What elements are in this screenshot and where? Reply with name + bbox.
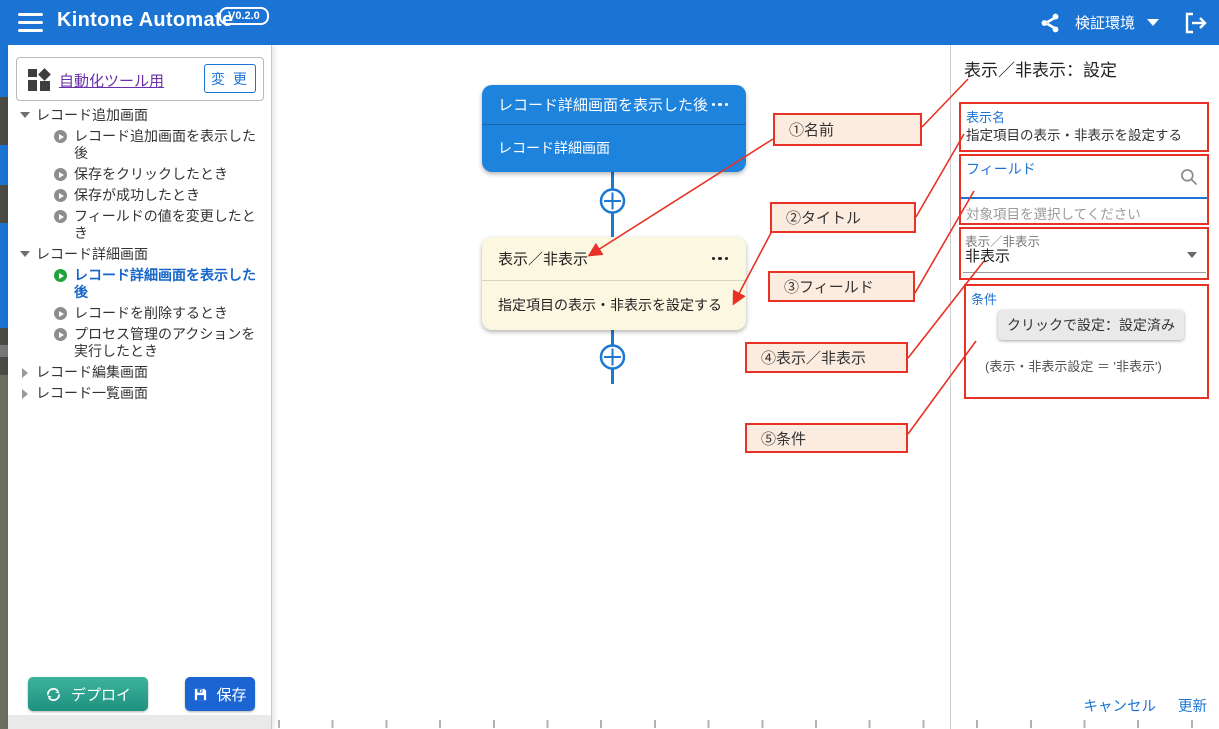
tree-item[interactable]: フィールドの値を変更したとき [14,206,266,244]
visibility-select[interactable]: 表示／非表示 非表示 [959,227,1209,280]
field-search-input[interactable]: フィールド 対象項目を選択してください [959,154,1209,225]
field-label: フィールド [966,159,1036,179]
app-name-link[interactable]: 自動化ツール用 [59,70,164,91]
version-badge: V0.2.0 [219,7,269,25]
floppy-icon [193,687,208,702]
logout-icon[interactable] [1183,11,1207,35]
save-button[interactable]: 保存 [185,677,255,711]
tree-group-record-list[interactable]: レコード一覧画面 [14,383,266,404]
add-node-button-2[interactable] [601,346,624,369]
environment-dropdown-icon[interactable] [1147,19,1159,26]
app-title: Kintone Automate [57,9,233,32]
tree-item[interactable]: レコード追加画面を表示した後 [14,126,266,164]
annotation-visibility: ④表示／非表示 [745,342,908,373]
search-icon[interactable] [1179,167,1199,192]
annotation-condition: ⑤条件 [745,423,908,453]
visibility-value: 非表示 [965,245,1010,266]
tree-group-record-edit[interactable]: レコード編集画面 [14,362,266,383]
node-menu-icon[interactable] [710,253,731,265]
tree-item[interactable]: レコードを削除するとき [14,303,266,324]
expand-closed-icon [22,389,28,399]
tree-item[interactable]: プロセス管理のアクションを実行したとき [14,324,266,362]
event-icon [54,210,67,223]
event-icon [54,130,67,143]
display-name-field[interactable]: 表示名 指定項目の表示・非表示を設定する [959,102,1209,152]
environment-label: 検証環境 [1075,12,1135,33]
select-underline [963,272,1206,273]
event-icon [54,307,67,320]
flow-node-action[interactable]: 表示／非表示 指定項目の表示・非表示を設定する [482,237,746,330]
annotation-title: ②タイトル [770,202,916,233]
event-icon [54,168,67,181]
deploy-button[interactable]: デプロイ [28,677,148,711]
node-menu-icon[interactable] [710,99,731,111]
event-icon [54,328,67,341]
input-focus-underline [961,197,1207,199]
flow-node-trigger[interactable]: レコード詳細画面を表示した後 レコード詳細画面 [482,85,746,172]
node-title: 指定項目の表示・非表示を設定する [498,295,722,315]
kintone-automate-app: Kintone Automate V0.2.0 検証環境 自動化ツール用 変 更 [0,0,1219,729]
sync-icon [45,686,62,703]
display-name-value[interactable]: 指定項目の表示・非表示を設定する [966,124,1182,144]
tree-item[interactable]: 保存が成功したとき [14,185,266,206]
condition-set-button[interactable]: クリックで設定：設定済み [998,310,1184,340]
tree-item-active[interactable]: レコード詳細画面を表示した後 [14,265,266,303]
update-link[interactable]: 更新 [1178,695,1207,716]
expand-closed-icon [22,368,28,378]
annotation-field: ③フィールド [768,271,915,302]
annotation-name: ①名前 [773,113,922,146]
node-title: レコード詳細画面 [498,138,610,158]
settings-panel: 表示／非表示：設定 表示名 指定項目の表示・非表示を設定する フィールド 対象項… [950,45,1219,729]
event-icon-active [54,269,67,282]
cancel-link[interactable]: キャンセル [1084,695,1157,716]
tree-item[interactable]: 保存をクリックしたとき [14,164,266,185]
collapsed-nav-strip[interactable] [0,45,8,729]
condition-label: 条件 [971,289,997,308]
menu-icon[interactable] [18,13,43,32]
condition-section: 条件 クリックで設定：設定済み (表示・非表示設定 ＝ '非表示') [964,284,1209,399]
sidebar: 自動化ツール用 変 更 レコード追加画面 レコード追加画面を表示した後 保存をク… [8,45,272,729]
bottom-ruler-ticks [278,720,1215,728]
event-tree: レコード追加画面 レコード追加画面を表示した後 保存をクリックしたとき 保存が成… [14,105,266,404]
tree-group-record-add[interactable]: レコード追加画面 [14,105,266,126]
panel-title: 表示／非表示：設定 [964,56,1117,81]
field-placeholder: 対象項目を選択してください [966,203,1141,223]
change-app-button[interactable]: 変 更 [204,64,256,93]
add-node-button-1[interactable] [601,190,624,213]
expand-open-icon [20,112,30,118]
select-caret-icon[interactable] [1187,252,1197,258]
share-icon[interactable] [1039,12,1061,34]
condition-summary: (表示・非表示設定 ＝ '非表示') [985,356,1162,375]
node-name: レコード詳細画面を表示した後 [498,94,708,115]
sidebar-footer-strip [8,715,271,729]
app-selector: 自動化ツール用 変 更 [16,57,264,101]
top-app-bar: Kintone Automate V0.2.0 検証環境 [0,0,1219,45]
event-icon [54,189,67,202]
node-name: 表示／非表示 [498,248,588,269]
expand-open-icon [20,251,30,257]
app-icon [28,69,50,91]
tree-group-record-detail[interactable]: レコード詳細画面 [14,244,266,265]
